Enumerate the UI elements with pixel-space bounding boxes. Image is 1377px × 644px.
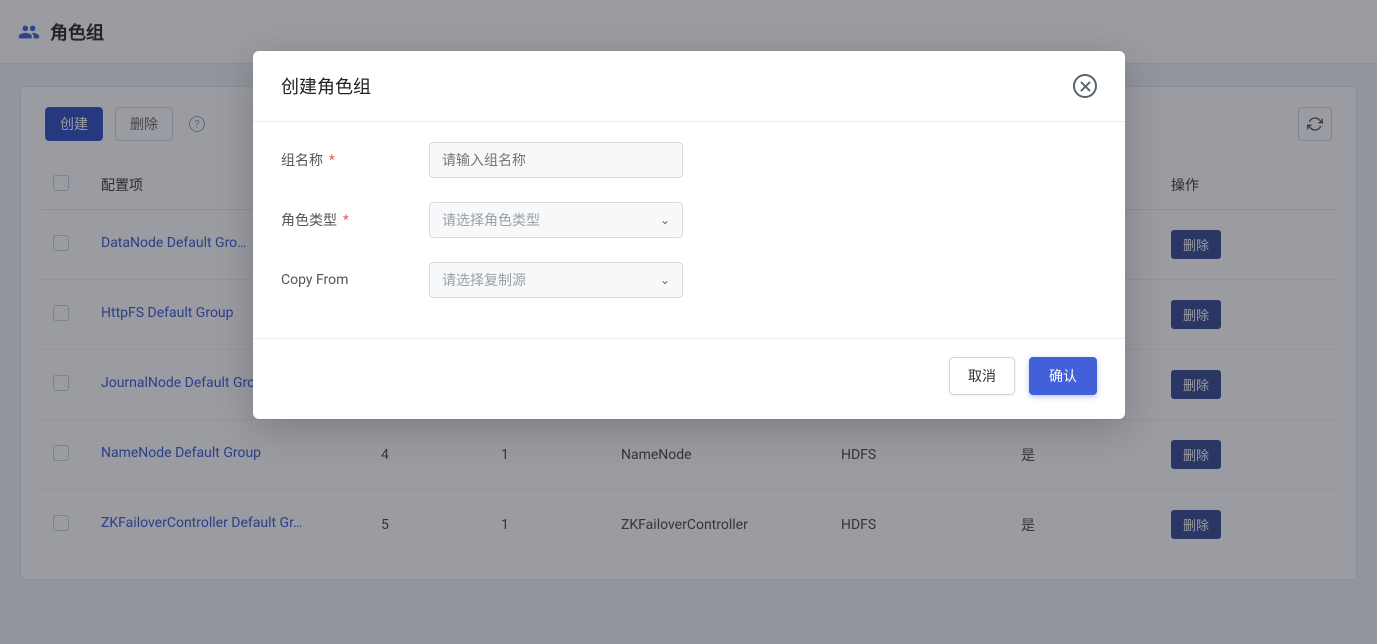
confirm-button[interactable]: 确认 [1029, 357, 1097, 395]
modal-header: 创建角色组 [253, 51, 1125, 122]
modal-body: 组名称 * 角色类型 * 请选择角色类型 ⌄ Copy From 请选择复制源 … [253, 122, 1125, 338]
form-row-copy-from: Copy From 请选择复制源 ⌄ [281, 262, 1097, 298]
label-role-type: 角色类型 * [281, 210, 429, 230]
cancel-button[interactable]: 取消 [949, 357, 1015, 395]
create-role-group-modal: 创建角色组 组名称 * 角色类型 * 请选择角色类型 ⌄ Copy Fro [253, 51, 1125, 419]
close-button[interactable] [1073, 74, 1097, 98]
required-mark: * [329, 153, 335, 168]
copy-from-select[interactable]: 请选择复制源 ⌄ [429, 262, 683, 298]
form-row-role-type: 角色类型 * 请选择角色类型 ⌄ [281, 202, 1097, 238]
chevron-down-icon: ⌄ [660, 273, 670, 287]
modal-title: 创建角色组 [281, 73, 371, 99]
group-name-input[interactable] [429, 142, 683, 178]
modal-footer: 取消 确认 [253, 338, 1125, 419]
close-icon [1080, 81, 1091, 92]
form-row-group-name: 组名称 * [281, 142, 1097, 178]
role-type-select[interactable]: 请选择角色类型 ⌄ [429, 202, 683, 238]
label-group-name: 组名称 * [281, 150, 429, 170]
label-copy-from: Copy From [281, 272, 429, 288]
chevron-down-icon: ⌄ [660, 213, 670, 227]
required-mark: * [343, 213, 349, 228]
